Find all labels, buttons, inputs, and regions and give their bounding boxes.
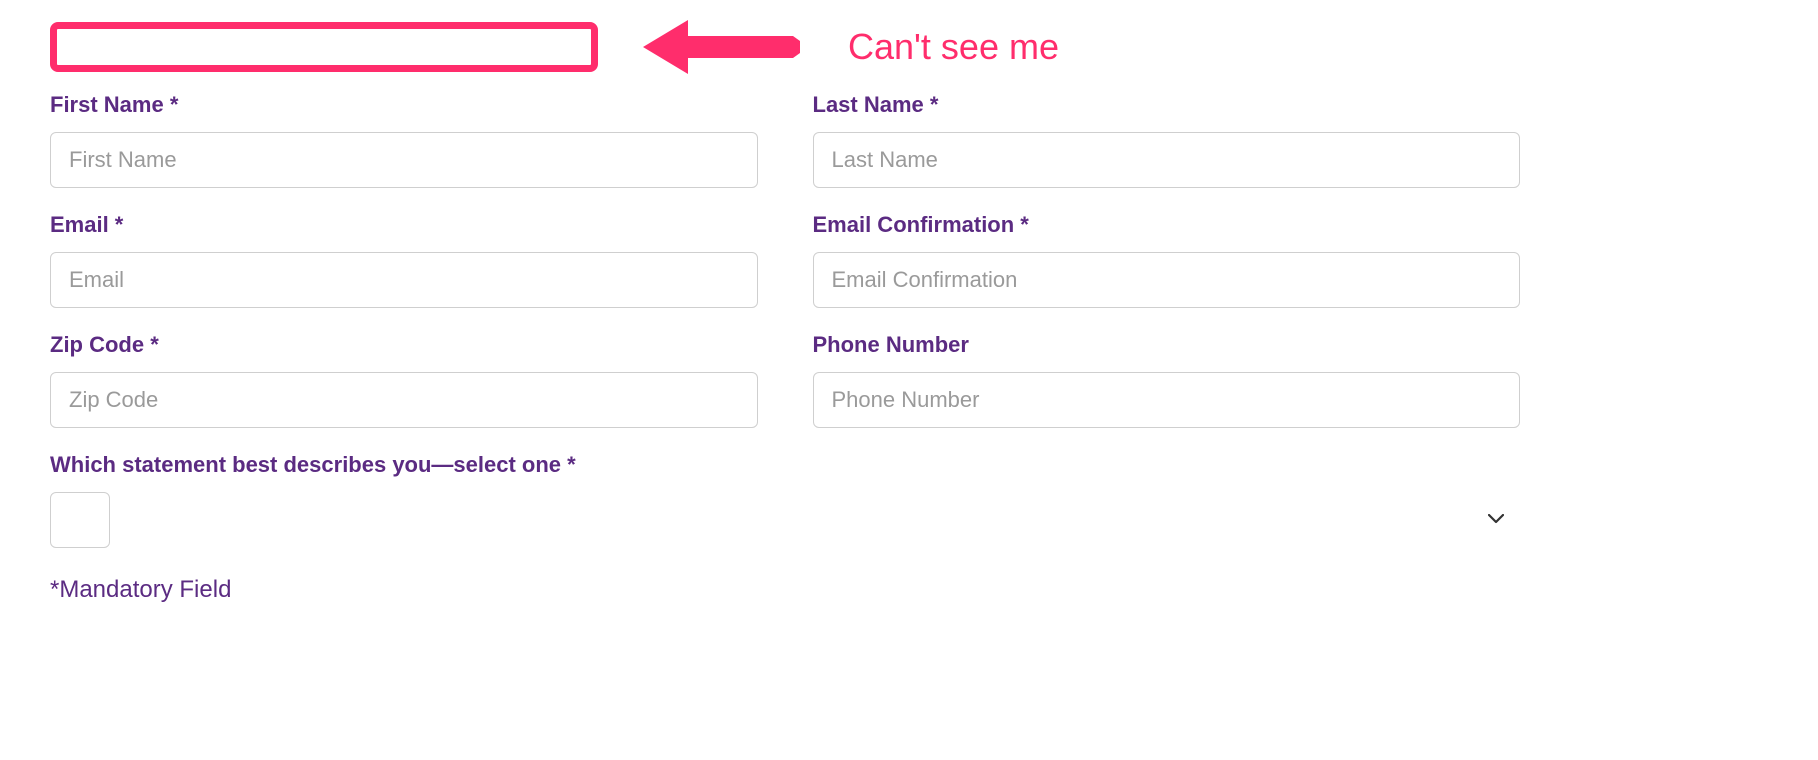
last-name-field: Last Name * [813, 92, 1521, 188]
zip-code-field: Zip Code * [50, 332, 758, 428]
statement-label: Which statement best describes you—selec… [50, 452, 1520, 478]
last-name-label: Last Name * [813, 92, 1521, 118]
zip-code-label: Zip Code * [50, 332, 758, 358]
email-confirm-input[interactable] [813, 252, 1521, 308]
email-confirm-label: Email Confirmation * [813, 212, 1521, 238]
highlight-box [50, 22, 598, 72]
arrow-left-icon [633, 12, 803, 82]
phone-label: Phone Number [813, 332, 1521, 358]
phone-field: Phone Number [813, 332, 1521, 428]
chevron-down-icon [1488, 511, 1504, 529]
zip-code-input[interactable] [50, 372, 758, 428]
email-field: Email * [50, 212, 758, 308]
first-name-field: First Name * [50, 92, 758, 188]
first-name-input[interactable] [50, 132, 758, 188]
mandatory-note: *Mandatory Field [50, 576, 1768, 604]
email-confirm-field: Email Confirmation * [813, 212, 1521, 308]
annotation-row: Can't see me [50, 12, 1768, 82]
statement-select[interactable] [50, 492, 110, 548]
last-name-input[interactable] [813, 132, 1521, 188]
form-grid: First Name * Last Name * Email * Email C… [50, 92, 1520, 548]
first-name-label: First Name * [50, 92, 758, 118]
email-input[interactable] [50, 252, 758, 308]
email-label: Email * [50, 212, 758, 238]
statement-field: Which statement best describes you—selec… [50, 452, 1520, 548]
annotation-text: Can't see me [848, 26, 1059, 68]
phone-input[interactable] [813, 372, 1521, 428]
